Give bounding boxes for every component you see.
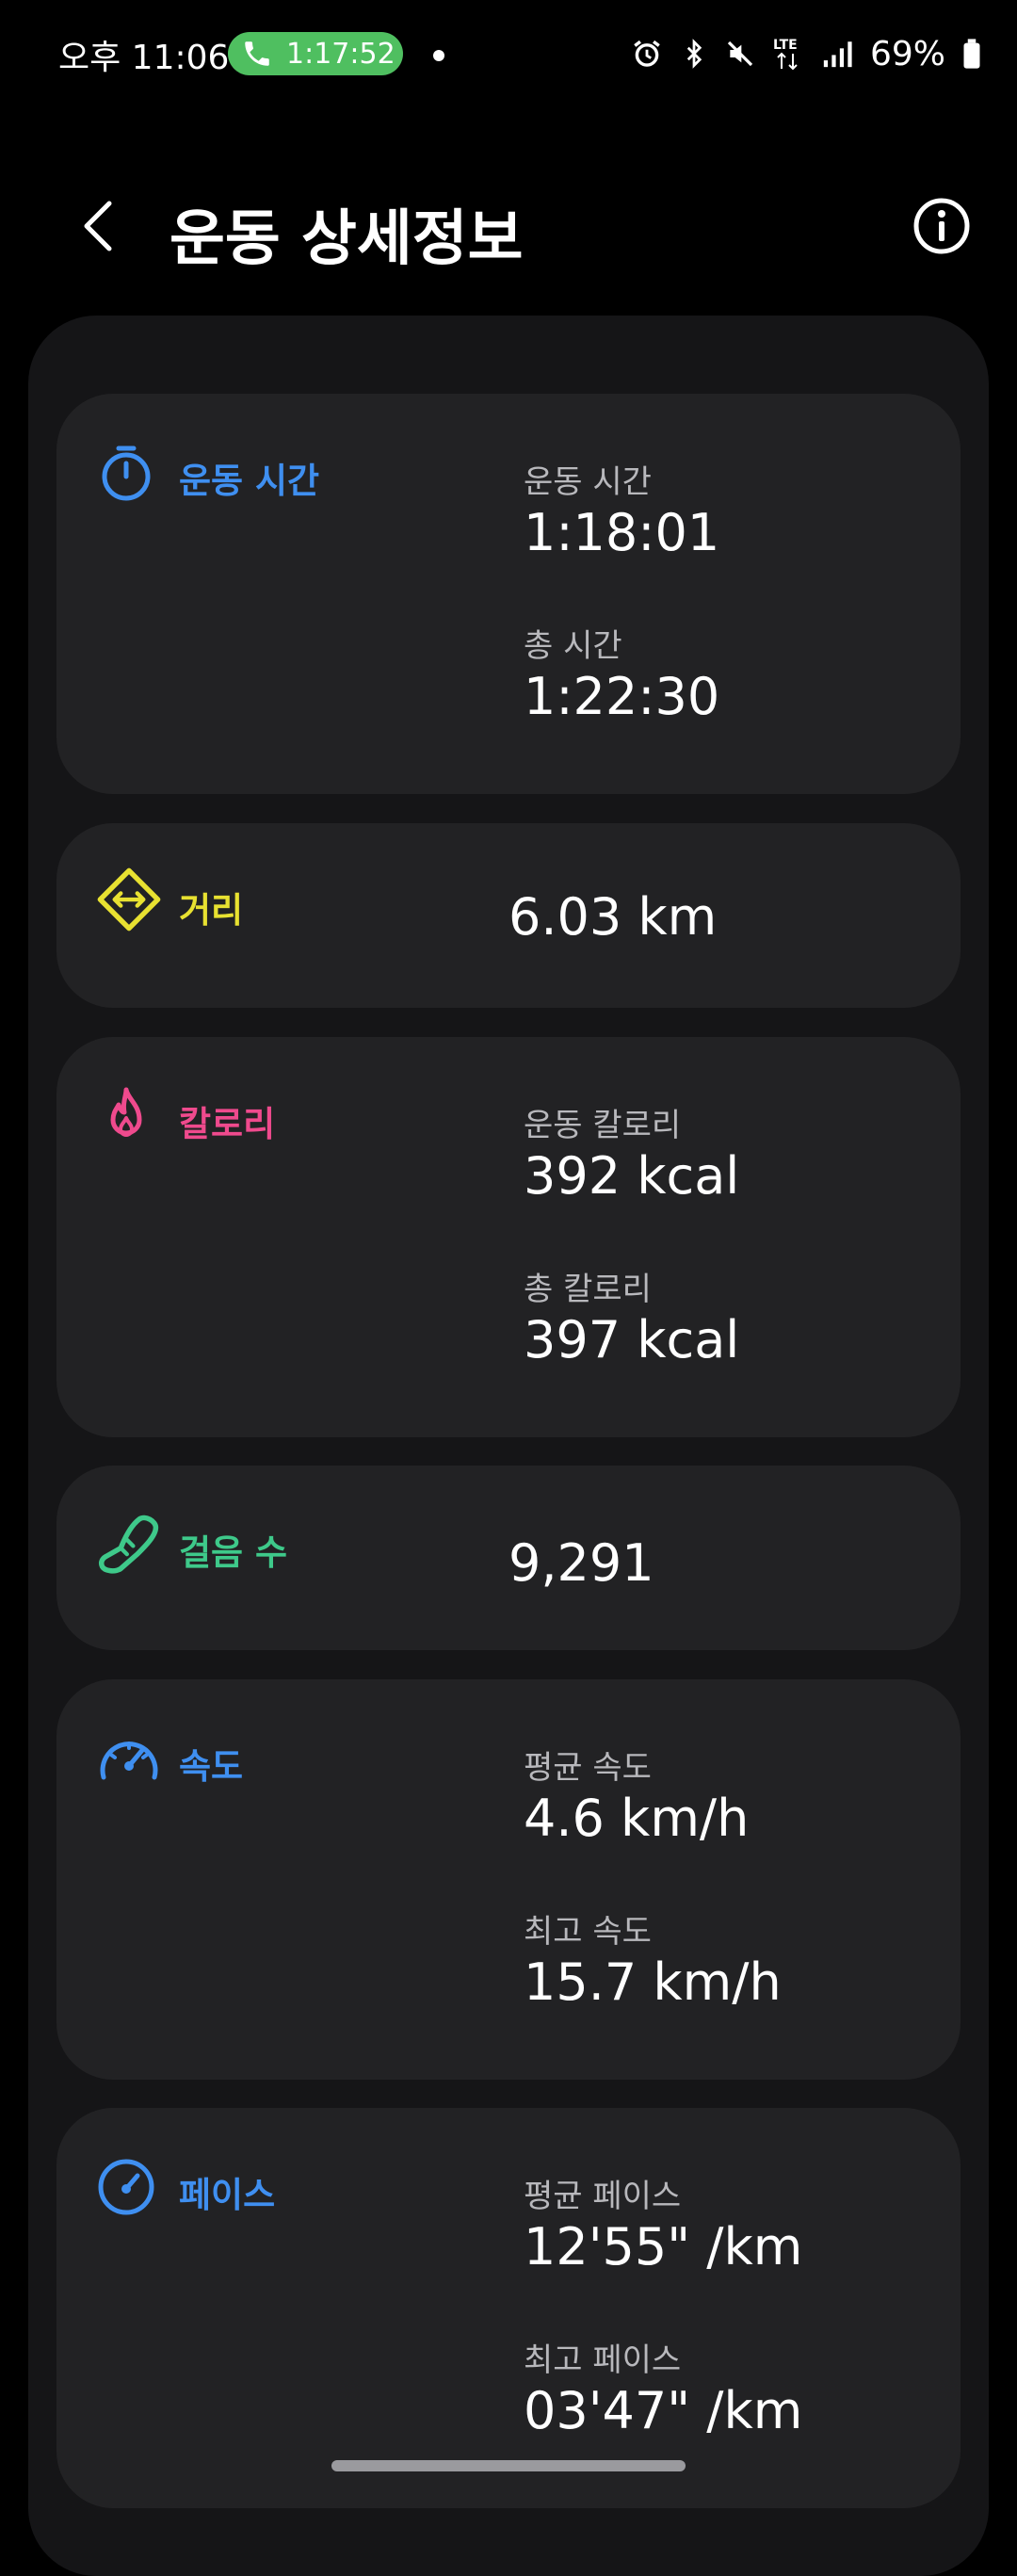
alarm-icon: [634, 40, 660, 67]
average-pace-sub-label: 평균 페이스: [524, 2178, 682, 2215]
workout-calories-value: 392 kcal: [524, 1146, 740, 1206]
app-bar: 운동 상세정보: [0, 179, 1017, 274]
speed-card: 속도 평균 속도 4.6 km/h 최고 속도 15.7 km/h: [56, 1679, 960, 2080]
calories-card: 칼로리 운동 칼로리 392 kcal 총 칼로리 397 kcal: [56, 1037, 960, 1437]
workout-time-card: 운동 시간 운동 시간 1:18:01 총 시간 1:22:30: [56, 394, 960, 794]
max-speed-sub-label: 최고 속도: [524, 1913, 652, 1951]
workout-time-label: 운동 시간: [179, 461, 320, 501]
pace-icon: [98, 2159, 154, 2215]
speedometer-icon: [100, 1742, 158, 1780]
total-calories-value: 397 kcal: [524, 1310, 740, 1369]
stopwatch-icon: [102, 446, 151, 501]
distance-value: 6.03 km: [508, 887, 718, 947]
speed-label: 속도: [179, 1746, 244, 1787]
status-time: 오후 11:06: [58, 39, 230, 77]
steps-card: 걸음 수 9,291: [56, 1466, 960, 1650]
average-speed-value: 4.6 km/h: [524, 1789, 750, 1848]
page-title: 운동 상세정보: [170, 204, 524, 274]
battery-percentage: 69%: [869, 34, 945, 73]
ongoing-call-chip[interactable]: 1:17:52: [228, 32, 403, 75]
best-pace-value: 03'47" /km: [524, 2381, 803, 2440]
total-time-value: 1:22:30: [524, 667, 720, 726]
status-bar: 오후 11:06 1:17:52 LTE 69%: [0, 0, 1017, 108]
average-pace-value: 12'55" /km: [524, 2217, 803, 2276]
average-speed-sub-label: 평균 속도: [524, 1749, 652, 1787]
battery-icon: [963, 39, 980, 69]
info-button[interactable]: [912, 196, 972, 256]
lte-icon: LTE: [773, 38, 798, 71]
shoe-icon: [98, 1515, 159, 1574]
bluetooth-icon: [686, 39, 702, 69]
call-duration: 1:17:52: [286, 37, 396, 71]
distance-icon: [97, 867, 161, 932]
distance-card: 거리 6.03 km: [56, 823, 960, 1008]
svg-text:LTE: LTE: [773, 38, 798, 53]
total-calories-sub-label: 총 칼로리: [524, 1271, 652, 1308]
best-pace-sub-label: 최고 페이스: [524, 2341, 682, 2379]
steps-value: 9,291: [508, 1533, 654, 1593]
back-button[interactable]: [75, 198, 121, 254]
notification-dot: [433, 50, 444, 61]
total-time-sub-label: 총 시간: [524, 627, 622, 665]
phone-icon: [245, 41, 269, 66]
workout-calories-sub-label: 운동 칼로리: [524, 1107, 682, 1144]
workout-time-value: 1:18:01: [524, 503, 720, 562]
status-icons: LTE 69%: [631, 30, 981, 77]
calories-label: 칼로리: [179, 1104, 276, 1144]
mute-icon: [727, 41, 753, 67]
steps-label: 걸음 수: [179, 1532, 288, 1573]
distance-label: 거리: [179, 890, 244, 931]
pace-card: 페이스 평균 페이스 12'55" /km 최고 페이스 03'47" /km: [56, 2108, 960, 2508]
pace-label: 페이스: [179, 2175, 276, 2215]
flame-icon: [110, 1087, 142, 1137]
home-gesture-bar[interactable]: [331, 2460, 686, 2471]
signal-icon: [823, 41, 852, 68]
max-speed-value: 15.7 km/h: [524, 1952, 782, 2012]
workout-time-sub-label: 운동 시간: [524, 463, 652, 501]
